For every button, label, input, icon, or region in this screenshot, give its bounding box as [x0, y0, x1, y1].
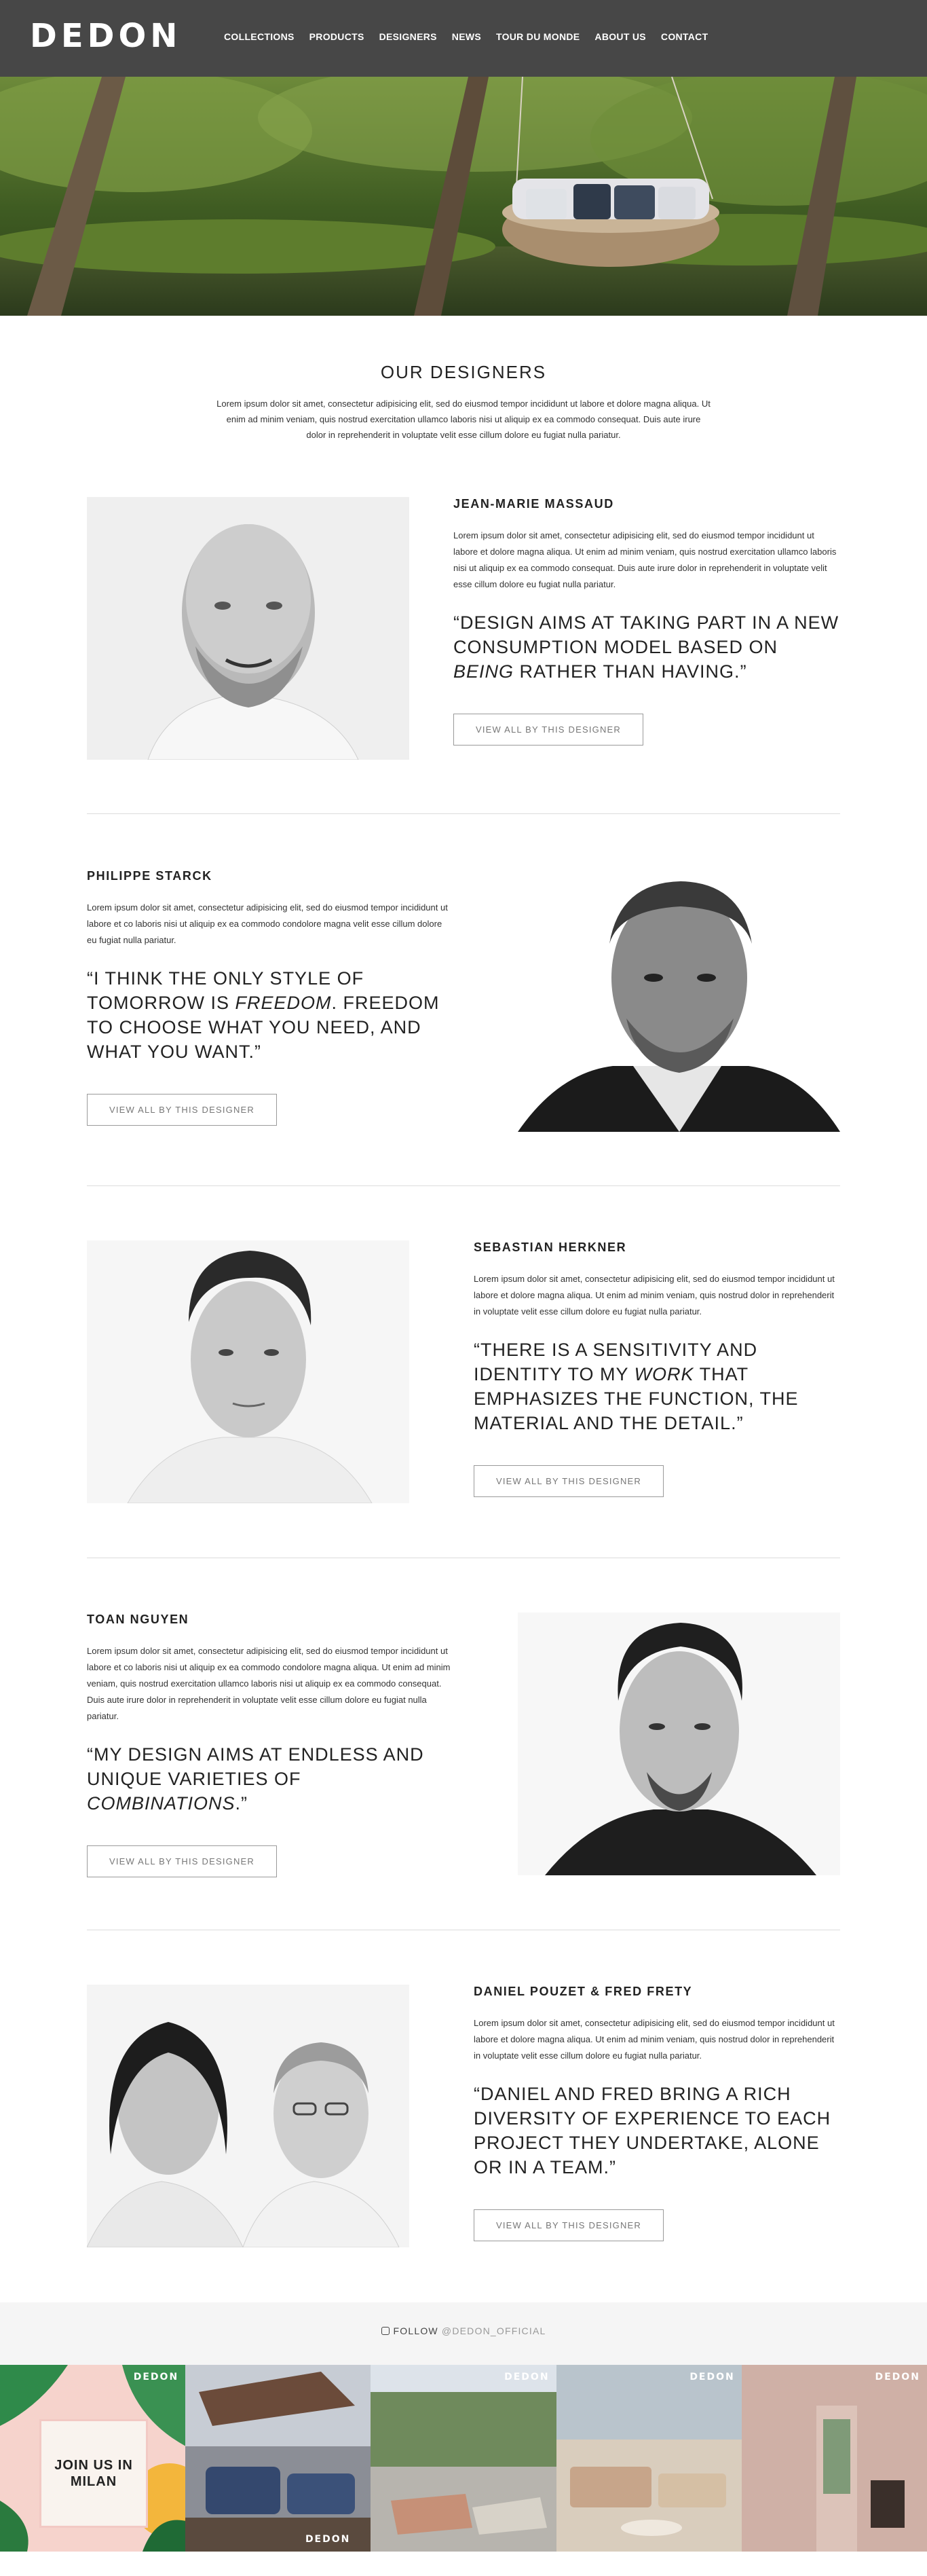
instagram-post[interactable]: DEDON	[741, 2365, 927, 2552]
designer-text: JEAN-MARIE MASSAUD Lorem ipsum dolor sit…	[453, 497, 840, 746]
designer-name: PHILIPPE STARCK	[87, 869, 212, 883]
nav-news[interactable]: NEWS	[452, 31, 481, 42]
designer-quote: “MY DESIGN AIMS AT ENDLESS AND UNIQUE VA…	[87, 1744, 424, 1814]
view-designer-button[interactable]: VIEW ALL BY THIS DESIGNER	[474, 2209, 664, 2241]
instagram-icon	[381, 2327, 390, 2335]
dedon-watermark: DEDON	[504, 2372, 550, 2382]
designer-text: DANIEL POUZET & FRED FRETY Lorem ipsum d…	[474, 1985, 840, 2241]
view-designer-button[interactable]: VIEW ALL BY THIS DESIGNER	[453, 714, 643, 746]
designer-section: PHILIPPE STARCK Lorem ipsum dolor sit am…	[87, 869, 840, 1134]
page-bottom	[0, 2552, 927, 2576]
instagram-handle[interactable]: @DEDON_OFFICIAL	[442, 2325, 546, 2336]
designer-name: JEAN-MARIE MASSAUD	[453, 497, 614, 511]
dedon-watermark: DEDON	[133, 2372, 179, 2382]
designer-quote: “DANIEL AND FRED BRING A RICH DIVERSITY …	[474, 2084, 831, 2177]
nav-contact[interactable]: CONTACT	[661, 31, 708, 42]
designer-bio: Lorem ipsum dolor sit amet, consectetur …	[453, 530, 837, 589]
nav-about-us[interactable]: ABOUT US	[594, 31, 646, 42]
instagram-post[interactable]: DEDON	[556, 2365, 742, 2552]
dedon-watermark: DEDON	[689, 2372, 735, 2382]
nav-designers[interactable]: DESIGNERS	[379, 31, 437, 42]
instagram-post[interactable]: DEDON	[185, 2365, 371, 2552]
designer-quote: “I THINK THE ONLY STYLE OF TOMORROW IS F…	[87, 968, 440, 1062]
designer-photo	[518, 869, 840, 1132]
designer-photo	[518, 1613, 840, 1875]
instagram-post[interactable]: DEDON	[371, 2365, 556, 2552]
nav-collections[interactable]: COLLECTIONS	[224, 31, 295, 42]
main-nav: COLLECTIONS PRODUCTS DESIGNERS NEWS TOUR…	[224, 31, 723, 42]
instagram-post[interactable]: DEDON JOIN US IN MILAN	[0, 2365, 186, 2552]
designer-text: PHILIPPE STARCK Lorem ipsum dolor sit am…	[87, 869, 453, 1126]
designer-section: JEAN-MARIE MASSAUD Lorem ipsum dolor sit…	[87, 497, 840, 762]
view-designer-button[interactable]: VIEW ALL BY THIS DESIGNER	[87, 1094, 277, 1126]
designer-bio: Lorem ipsum dolor sit amet, consectetur …	[87, 1646, 451, 1721]
dedon-logo[interactable]: DEDON	[30, 17, 181, 55]
page-title: OUR DESIGNERS	[380, 362, 547, 382]
designer-section: SEBASTIAN HERKNER Lorem ipsum dolor sit …	[87, 1240, 840, 1505]
designer-bio: Lorem ipsum dolor sit amet, consectetur …	[474, 2018, 835, 2061]
designer-text: SEBASTIAN HERKNER Lorem ipsum dolor sit …	[474, 1240, 840, 1497]
join-us-card: JOIN US IN MILAN	[39, 2419, 148, 2528]
designer-quote: “THERE IS A SENSITIVITY AND IDENTITY TO …	[474, 1340, 799, 1433]
designer-name: TOAN NGUYEN	[87, 1613, 189, 1626]
intro-text: Lorem ipsum dolor sit amet, consectetur …	[216, 399, 711, 440]
hero-scene	[0, 77, 927, 316]
designer-bio: Lorem ipsum dolor sit amet, consectetur …	[474, 1274, 835, 1317]
site-header: DEDON COLLECTIONS PRODUCTS DESIGNERS NEW…	[0, 0, 927, 77]
hero-image	[0, 77, 927, 316]
designer-bio: Lorem ipsum dolor sit amet, consectetur …	[87, 902, 448, 945]
section-divider	[87, 813, 840, 814]
designer-quote: “DESIGN AIMS AT TAKING PART IN A NEW CON…	[453, 612, 839, 682]
designer-photo	[87, 1240, 409, 1503]
designer-photo	[87, 497, 409, 760]
designer-name: SEBASTIAN HERKNER	[474, 1240, 627, 1254]
dedon-watermark: DEDON	[305, 2534, 351, 2545]
designer-section: DANIEL POUZET & FRED FRETY Lorem ipsum d…	[87, 1985, 840, 2249]
follow-label: FOLLOW	[393, 2325, 438, 2336]
designer-section: TOAN NGUYEN Lorem ipsum dolor sit amet, …	[87, 1613, 840, 1877]
nav-products[interactable]: PRODUCTS	[309, 31, 364, 42]
designer-photo	[87, 1985, 409, 2247]
dedon-watermark: DEDON	[875, 2372, 920, 2382]
instagram-grid: DEDON JOIN US IN MILAN DEDON DEDON DEDON…	[0, 2365, 927, 2552]
designer-text: TOAN NGUYEN Lorem ipsum dolor sit amet, …	[87, 1613, 453, 1877]
section-divider	[87, 1185, 840, 1186]
nav-tour-du-monde[interactable]: TOUR DU MONDE	[496, 31, 580, 42]
instagram-follow[interactable]: FOLLOW @DEDON_OFFICIAL	[0, 2325, 927, 2336]
designer-name: DANIEL POUZET & FRED FRETY	[474, 1985, 693, 1998]
view-designer-button[interactable]: VIEW ALL BY THIS DESIGNER	[474, 1465, 664, 1497]
view-designer-button[interactable]: VIEW ALL BY THIS DESIGNER	[87, 1845, 277, 1877]
